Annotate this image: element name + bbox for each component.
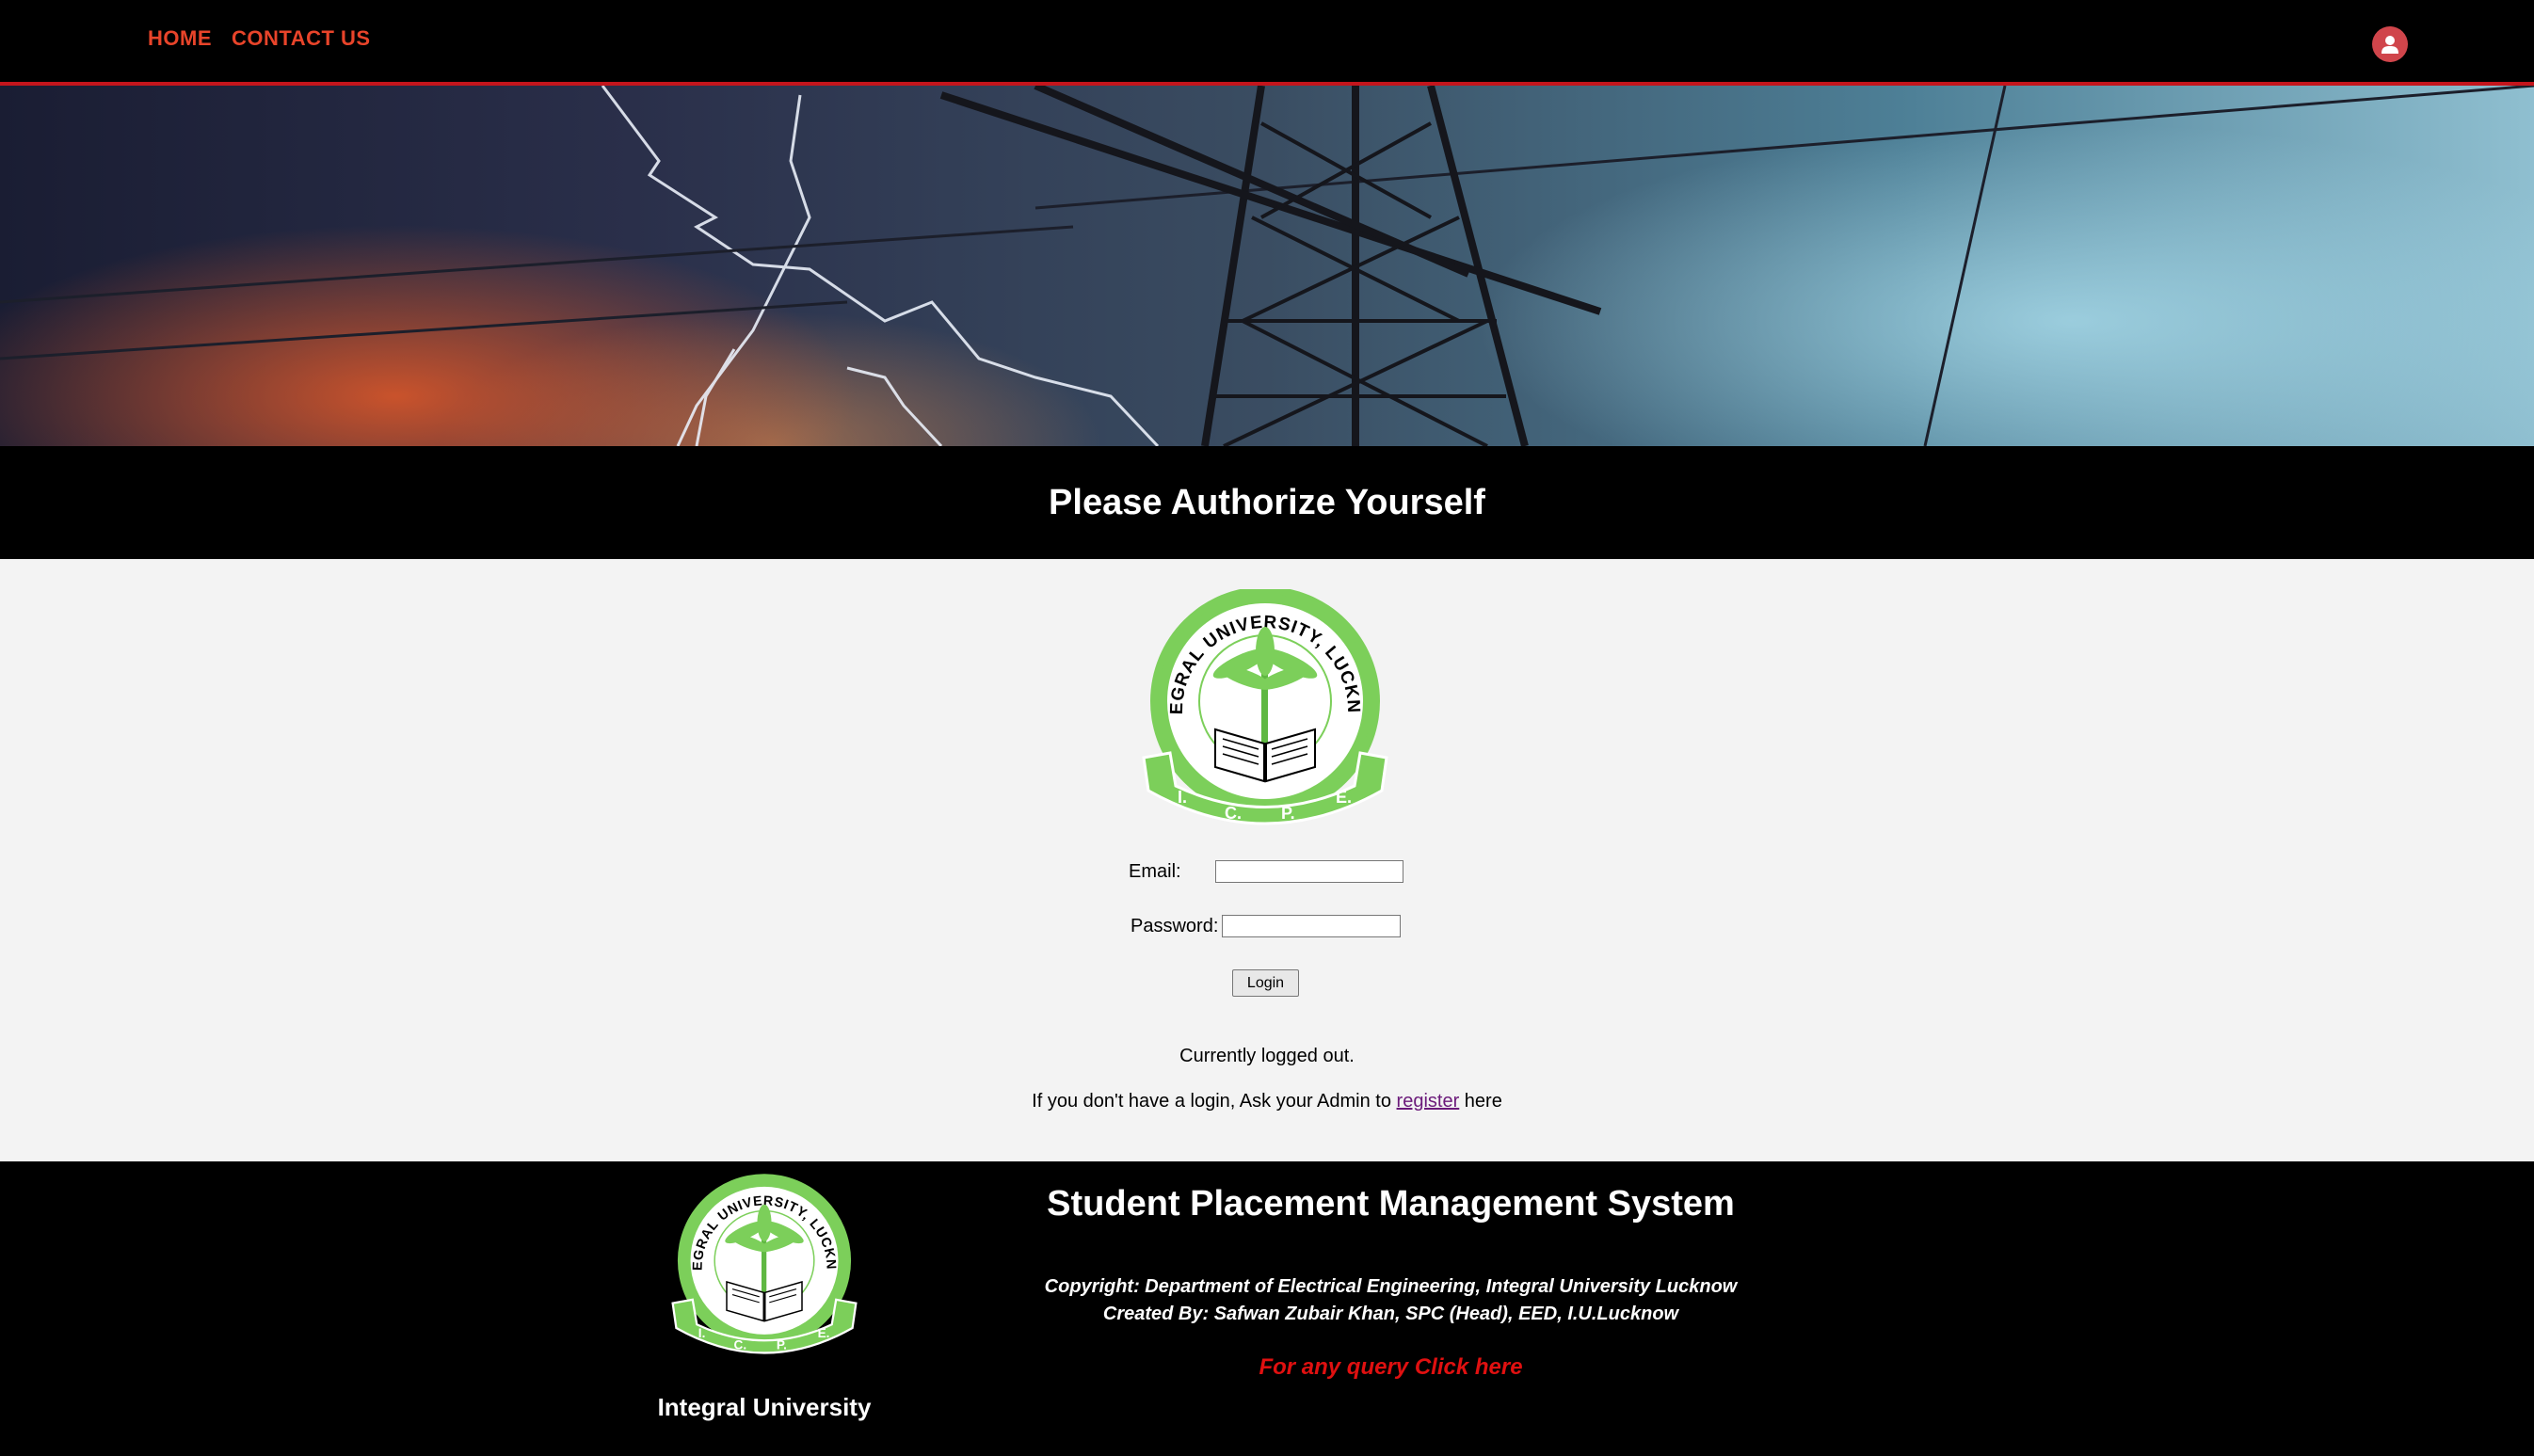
register-suffix: here [1459,1091,1502,1112]
footer-system-title: Student Placement Management System [1047,1184,1735,1224]
login-status-text: Currently logged out. [1179,1046,1355,1066]
power-tower-lightning-graphic [0,86,2534,446]
footer-copyright: Copyright: Department of Electrical Engi… [1044,1276,1738,1297]
university-logo: INTEGRAL UNIVERSITY, LUCKNOW I. C. P. E. [1142,584,1388,825]
password-label: Password: [1131,916,1219,936]
email-label: Email: [1129,861,1181,882]
nav-contact-link[interactable]: CONTACT US [232,26,371,51]
nav-home-link[interactable]: HOME [148,26,212,51]
login-button[interactable]: Login [1232,969,1299,997]
footer-university-name: Integral University [657,1393,872,1421]
page-title-bar: Please Authorize Yourself [0,446,2534,559]
register-prefix: If you don't have a login, Ask your Admi… [1032,1091,1397,1112]
footer-query-link[interactable]: For any query Click here [941,1354,1840,1381]
page-title: Please Authorize Yourself [1049,482,1485,522]
footer-logo-letter-c: C. [734,1338,747,1352]
footer-university-logo: INTEGRAL UNIVERSITY, LUCKNOW I. C. P. E. [671,1172,858,1354]
logo-letter-c: C. [1225,804,1242,823]
top-navbar: HOME CONTACT US [0,0,2534,86]
footer-logo-letter-i: I. [698,1326,706,1340]
user-icon [2382,36,2398,54]
footer-created-by: Created By: Safwan Zubair Khan, SPC (Hea… [1102,1304,1679,1324]
register-link[interactable]: register [1397,1091,1460,1112]
logo-letter-p: P. [1281,804,1295,823]
email-field[interactable] [1215,860,1403,883]
user-account-button[interactable] [2372,26,2408,62]
footer-logo-letter-e: E. [818,1326,830,1340]
footer-logo-letter-p: P. [777,1338,787,1352]
logo-letter-e: E. [1336,788,1352,807]
password-field[interactable] [1222,915,1401,937]
register-hint: If you don't have a login, Ask your Admi… [0,1091,2534,1112]
logo-letter-i: I. [1178,788,1187,807]
hero-banner-image [0,86,2534,446]
